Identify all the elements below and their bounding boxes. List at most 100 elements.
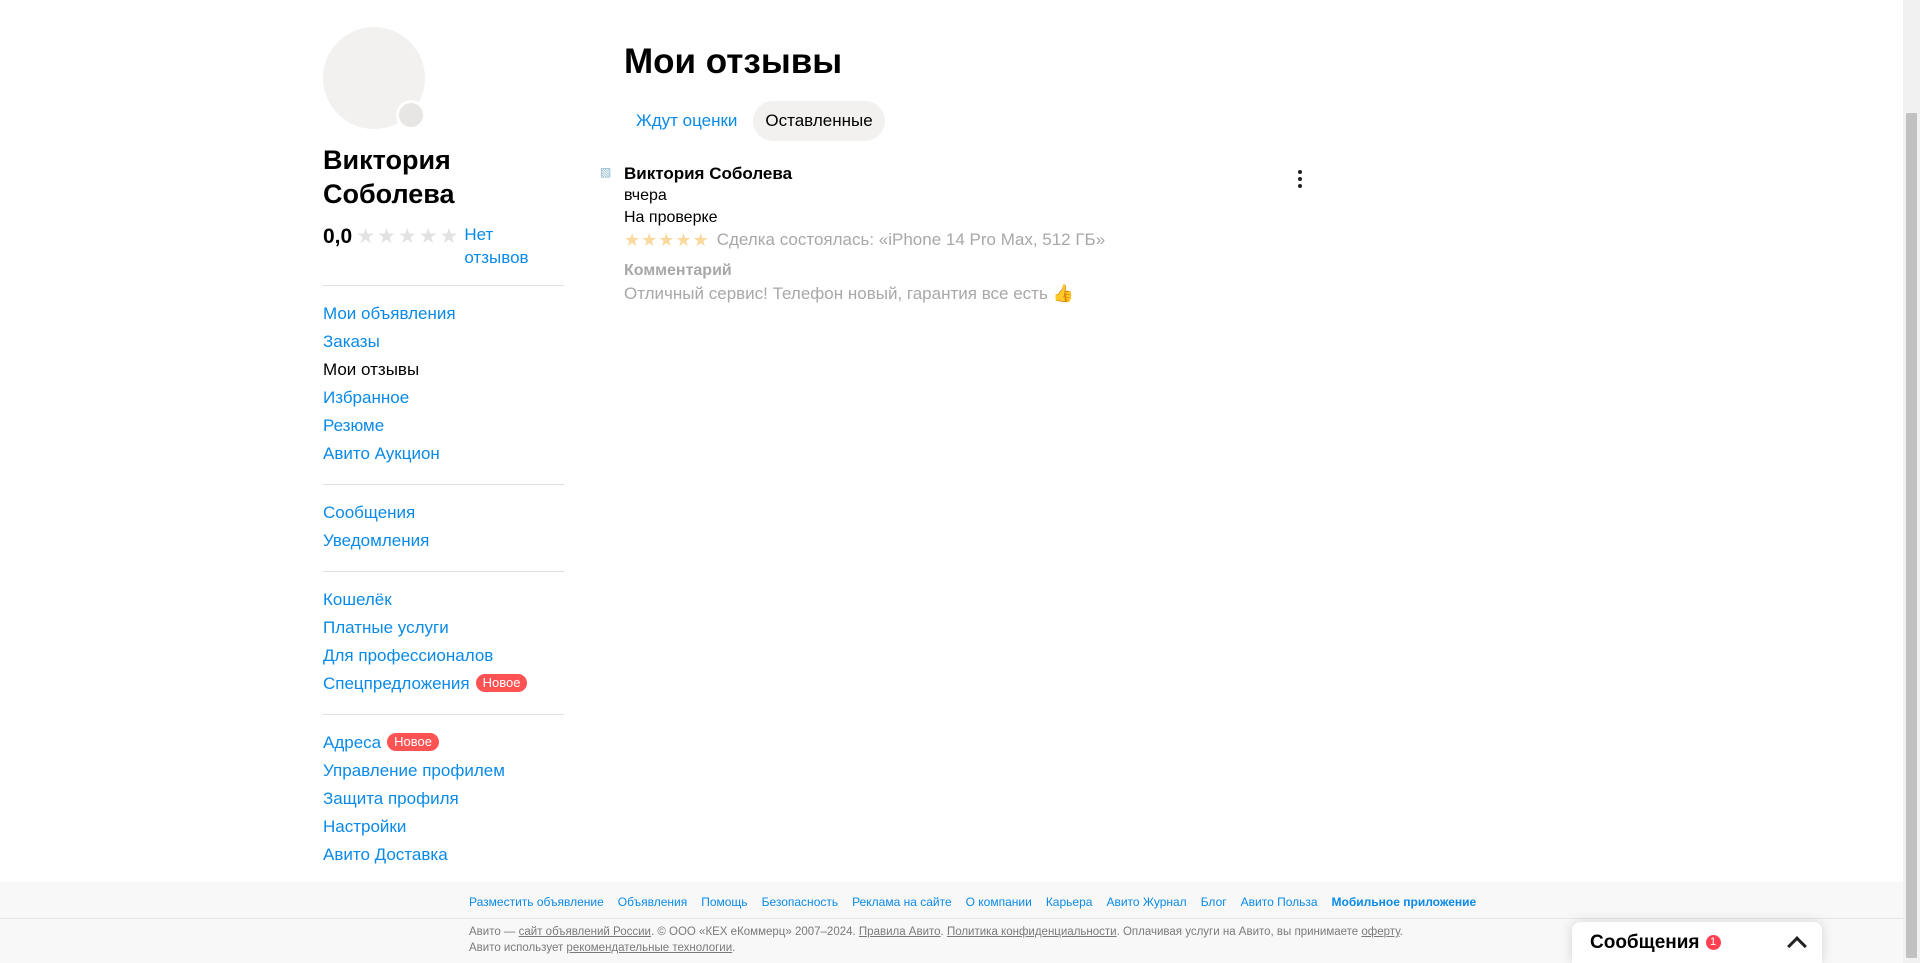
footer-copyright: Авито — сайт объявлений России. © ООО «К…	[469, 924, 1429, 956]
nav-group-4: Адреса Новое Управление профилем Защита п…	[323, 729, 565, 869]
nav-item-label[interactable]: Для профессионалов	[323, 646, 493, 665]
profile-sidebar: Виктория Соболева 0,0 ★ ★ ★ ★ ★ Нет отзы…	[323, 27, 565, 869]
footer-link-security[interactable]: Безопасность	[762, 889, 839, 915]
nav-item-my-ads[interactable]: Мои объявления	[323, 300, 565, 328]
tab-awaiting-rating[interactable]: Ждут оценки	[624, 101, 749, 141]
review-card: ▧ Виктория Соболева вчера На проверке ★ …	[600, 163, 1320, 306]
nav-item-label[interactable]: Авито Доставка	[323, 845, 448, 864]
nav-item-label[interactable]: Платные услуги	[323, 618, 449, 637]
star-icon: ★	[418, 225, 438, 248]
nav-item-label[interactable]: Авито Аукцион	[323, 444, 440, 463]
star-icon: ★	[624, 230, 641, 250]
footer-link-mobile-app[interactable]: Мобильное приложение	[1332, 889, 1477, 915]
nav-item-my-reviews: Мои отзывы	[323, 356, 565, 384]
star-icon: ★	[377, 225, 396, 248]
footer-link-advertising[interactable]: Реклама на сайте	[852, 889, 952, 915]
copy-text: .	[732, 942, 736, 954]
nav-group-1: Мои объявления Заказы Мои отзывы Избранн…	[323, 300, 565, 468]
nav-item-wallet[interactable]: Кошелёк	[323, 586, 565, 614]
item-image-icon[interactable]: ▧	[600, 165, 616, 181]
star-icon: ★	[658, 230, 675, 250]
footer-link-help[interactable]: Помощь	[701, 889, 747, 915]
nav-item-messages[interactable]: Сообщения	[323, 499, 565, 527]
new-badge: Новое	[475, 674, 528, 692]
star-icon: ★	[439, 225, 459, 248]
divider	[323, 571, 564, 572]
footer-link-blog[interactable]: Блог	[1201, 889, 1227, 915]
copy-link-recommendations[interactable]: рекомендательные технологии	[566, 942, 732, 954]
nav-item-label[interactable]: Настройки	[323, 817, 406, 836]
footer-links: Разместить объявление Объявления Помощь …	[469, 889, 1476, 915]
footer-link-benefit[interactable]: Авито Польза	[1241, 889, 1318, 915]
copy-link-site[interactable]: сайт объявлений России	[519, 926, 651, 938]
review-stars: ★ ★ ★ ★ ★	[624, 229, 709, 251]
review-status: На проверке	[624, 209, 718, 226]
nav-item-auction[interactable]: Авито Аукцион	[323, 440, 565, 468]
nav-group-2: Сообщения Уведомления	[323, 499, 565, 555]
comment-text: Отличный сервис! Телефон новый, гарантия…	[624, 282, 1320, 306]
copy-link-privacy[interactable]: Политика конфиденциальности	[947, 926, 1117, 938]
copy-text: . Оплачивая услуги на Авито, вы принимае…	[1116, 926, 1362, 938]
nav-item-label[interactable]: Управление профилем	[323, 761, 505, 780]
scrollbar-thumb[interactable]	[1906, 113, 1917, 958]
chevron-up-icon[interactable]	[1787, 936, 1807, 956]
nav-item-label[interactable]: Избранное	[323, 388, 409, 407]
nav-item-label[interactable]: Защита профиля	[323, 789, 459, 808]
divider	[323, 714, 564, 715]
unread-count-badge: 1	[1705, 935, 1721, 950]
nav-item-profile-management[interactable]: Управление профилем	[323, 757, 565, 785]
footer-link-ads[interactable]: Объявления	[618, 889, 687, 915]
page-title: Мои отзывы	[624, 42, 843, 81]
nav-item-label[interactable]: Мои объявления	[323, 304, 456, 323]
nav-group-3: Кошелёк Платные услуги Для профессионало…	[323, 586, 565, 698]
nav-item-label[interactable]: Заказы	[323, 332, 380, 351]
footer-link-journal[interactable]: Авито Журнал	[1106, 889, 1186, 915]
nav-item-professionals[interactable]: Для профессионалов	[323, 642, 565, 670]
copy-link-offer[interactable]: оферту	[1361, 926, 1399, 938]
review-author[interactable]: Виктория Соболева	[624, 163, 1320, 185]
scrollbar[interactable]	[1903, 0, 1920, 963]
comment-body: Отличный сервис! Телефон новый, гарантия…	[624, 284, 1048, 303]
footer-link-post-ad[interactable]: Разместить объявление	[469, 889, 604, 915]
footer-link-about[interactable]: О компании	[966, 889, 1032, 915]
nav-item-addresses[interactable]: Адреса Новое	[323, 729, 565, 757]
nav-item-label[interactable]: Уведомления	[323, 531, 429, 550]
nav-item-label[interactable]: Спецпредложения	[323, 674, 470, 693]
nav-item-label: Мои отзывы	[323, 360, 420, 379]
divider	[323, 285, 564, 286]
copy-text: . © ООО «КЕХ еКоммерц» 2007–2024.	[650, 926, 859, 938]
star-icon: ★	[356, 225, 376, 248]
nav-item-profile-protection[interactable]: Защита профиля	[323, 785, 565, 813]
footer-divider	[0, 918, 1903, 919]
review-date: вчера	[624, 187, 667, 204]
copy-text: Авито —	[469, 926, 519, 938]
review-tabs: Ждут оценки Оставленные	[624, 101, 1324, 141]
rating-row: 0,0 ★ ★ ★ ★ ★ Нет отзывов	[323, 223, 565, 269]
avatar[interactable]	[323, 27, 426, 130]
nav-item-label[interactable]: Резюме	[323, 416, 384, 435]
nav-item-orders[interactable]: Заказы	[323, 328, 565, 356]
nav-item-favorites[interactable]: Избранное	[323, 384, 565, 412]
nav-item-label[interactable]: Сообщения	[323, 503, 415, 522]
new-badge: Новое	[387, 733, 439, 751]
more-options-icon[interactable]	[1290, 167, 1310, 191]
nav-item-notifications[interactable]: Уведомления	[323, 527, 565, 555]
no-reviews-link[interactable]: Нет отзывов	[464, 223, 544, 269]
nav-item-special-offers[interactable]: Спецпредложения Новое	[323, 670, 565, 698]
nav-item-label[interactable]: Адреса	[323, 733, 381, 752]
nav-item-paid-services[interactable]: Платные услуги	[323, 614, 565, 642]
nav-item-settings[interactable]: Настройки	[323, 813, 565, 841]
avatar-badge	[396, 100, 426, 130]
messages-widget[interactable]: Сообщения 1	[1572, 922, 1822, 963]
footer-link-career[interactable]: Карьера	[1046, 889, 1093, 915]
nav-item-delivery[interactable]: Авито Доставка	[323, 841, 565, 869]
star-icon: ★	[692, 230, 709, 250]
nav-item-resume[interactable]: Резюме	[323, 412, 565, 440]
star-icon: ★	[675, 230, 692, 250]
copy-link-rules[interactable]: Правила Авито	[859, 926, 941, 938]
nav-item-label[interactable]: Кошелёк	[323, 590, 392, 609]
deal-row: ★ ★ ★ ★ ★ Сделка состоялась: «iPhone 14 …	[624, 229, 1320, 251]
main-content: Мои отзывы Ждут оценки Оставленные	[624, 40, 1324, 141]
tab-left-reviews[interactable]: Оставленные	[753, 101, 885, 141]
comment-label: Комментарий	[624, 262, 732, 279]
